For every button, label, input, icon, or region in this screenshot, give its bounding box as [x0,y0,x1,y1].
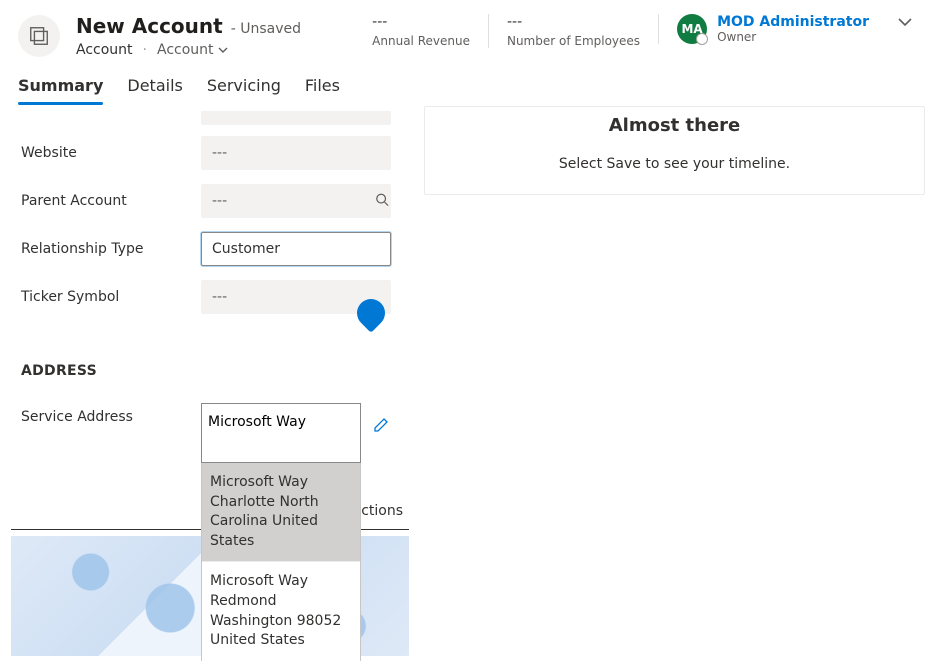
address-suggestion-item[interactable]: Microsoft Way Charlotte North Carolina U… [202,463,360,561]
owner-avatar: MA [677,14,707,44]
stat-number-of-employees[interactable]: --- Number of Employees [488,14,658,48]
owner-block[interactable]: MA MOD Administrator Owner [658,14,869,44]
stat-label: Number of Employees [507,34,640,48]
tab-summary[interactable]: Summary [18,68,103,105]
tab-files[interactable]: Files [305,68,340,105]
edit-address-button[interactable] [373,417,389,437]
chevron-down-icon [218,45,228,55]
account-square-icon [28,25,50,47]
breadcrumb: Account · Account [76,42,301,58]
field-input-cut[interactable] [201,111,391,125]
title-block: New Account - Unsaved Account · Account [76,14,301,58]
right-column: Almost there Select Save to see your tim… [424,106,925,661]
owner-label: Owner [717,30,869,44]
service-address-input[interactable]: Microsoft Way [201,403,361,463]
stat-value: --- [372,14,470,30]
account-info-section: Website --- Parent Account --- Relations… [10,106,410,332]
address-suggestion-item[interactable]: Microsoft Way Redmond Washington 98052 U… [202,561,360,660]
stat-annual-revenue[interactable]: --- Annual Revenue [354,14,488,48]
field-label-parent-account: Parent Account [21,193,201,209]
address-section: ADDRESS Service Address Microsoft Way Mi… [10,346,410,478]
tab-details[interactable]: Details [127,68,182,105]
website-input[interactable]: --- [201,136,391,170]
form-content: Website --- Parent Account --- Relations… [0,106,933,661]
field-label-relationship-type: Relationship Type [21,241,201,257]
field-label-website: Website [21,145,201,161]
service-address-input-wrap: Microsoft Way Microsoft Way Charlotte No… [201,403,361,467]
field-row-cut [21,107,399,129]
entity-name: Account [76,42,133,58]
field-row-relationship-type: Relationship Type Customer [21,225,399,273]
field-label-service-address: Service Address [21,403,201,425]
header-right: --- Annual Revenue --- Number of Employe… [354,14,913,48]
header-expand-button[interactable] [897,14,913,34]
search-icon[interactable] [375,192,389,211]
breadcrumb-separator: · [143,42,147,58]
form-selector-label: Account [157,42,214,58]
timeline-placeholder-card: Almost there Select Save to see your tim… [424,106,925,195]
stat-label: Annual Revenue [372,34,470,48]
timeline-message: Select Save to see your timeline. [443,156,906,172]
form-selector[interactable]: Account [157,42,228,58]
section-title-address: ADDRESS [21,357,399,389]
parent-account-lookup[interactable]: --- [201,184,391,218]
timeline-title: Almost there [443,115,906,136]
pencil-icon [373,417,389,433]
unsaved-indicator: - Unsaved [231,21,301,37]
field-row-service-address: Service Address Microsoft Way Microsoft … [21,389,399,467]
title-line: New Account - Unsaved [76,14,301,38]
field-label-ticker-symbol: Ticker Symbol [21,289,201,305]
address-suggestions-dropdown: Microsoft Way Charlotte North Carolina U… [201,463,361,661]
header-left: New Account - Unsaved Account · Account [18,14,301,58]
field-row-parent-account: Parent Account --- [21,177,399,225]
map-actions-label[interactable]: ctions [361,503,403,519]
owner-name: MOD Administrator [717,14,869,30]
field-row-ticker-symbol: Ticker Symbol --- [21,273,399,321]
chevron-down-icon [897,14,913,30]
record-header: New Account - Unsaved Account · Account … [0,0,933,68]
tab-servicing[interactable]: Servicing [207,68,281,105]
left-column: Website --- Parent Account --- Relations… [10,106,410,661]
stat-value: --- [507,14,640,30]
entity-icon [18,15,60,57]
record-title: New Account [76,14,223,38]
relationship-type-select[interactable]: Customer [201,232,391,266]
form-tabs: Summary Details Servicing Files [0,68,933,106]
owner-text: MOD Administrator Owner [717,14,869,44]
field-row-website: Website --- [21,129,399,177]
